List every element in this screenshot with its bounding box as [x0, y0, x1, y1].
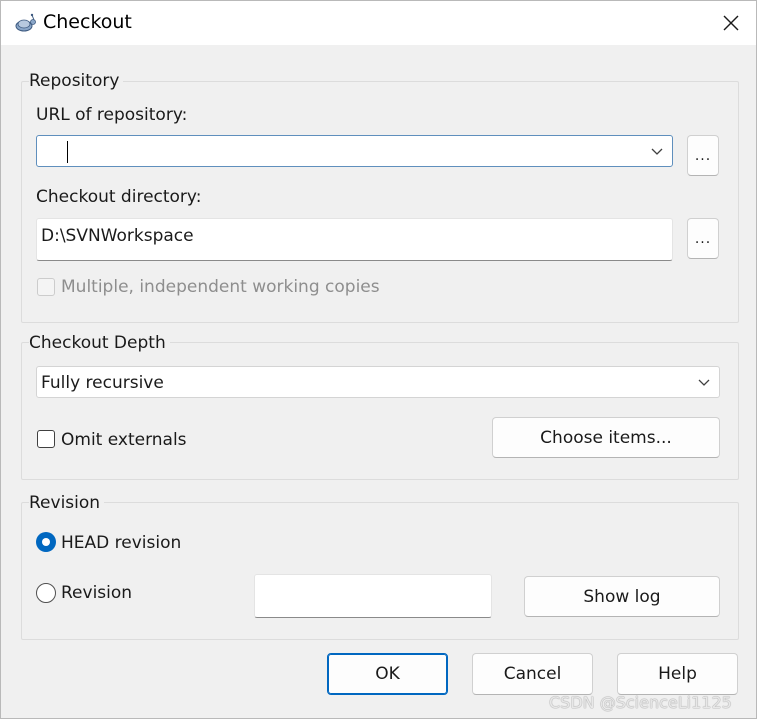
url-combobox[interactable]: [36, 135, 673, 167]
url-label: URL of repository:: [36, 105, 188, 125]
depth-value: Fully recursive: [41, 373, 164, 393]
checkout-directory-label: Checkout directory:: [36, 187, 202, 207]
checkout-dialog: Checkout Repository URL of repository: .…: [0, 0, 757, 719]
head-revision-radio[interactable]: [36, 532, 56, 552]
omit-externals-checkbox[interactable]: [37, 430, 55, 448]
cancel-button[interactable]: Cancel: [472, 653, 593, 695]
tortoise-icon: [15, 13, 36, 32]
checkout-directory-input[interactable]: D:\SVNWorkspace: [36, 218, 673, 261]
revision-radio[interactable]: [36, 583, 56, 603]
depth-combobox[interactable]: Fully recursive: [36, 366, 720, 398]
choose-items-button[interactable]: Choose items...: [492, 417, 720, 458]
head-revision-label: HEAD revision: [61, 533, 182, 553]
checkout-directory-value: D:\SVNWorkspace: [41, 226, 194, 246]
chevron-down-icon[interactable]: [650, 144, 664, 158]
csdn-watermark: CSDN @ScienceLi1125: [549, 693, 732, 712]
text-cursor: [67, 141, 68, 163]
revision-input[interactable]: [254, 574, 492, 618]
repository-group-legend: Repository: [29, 71, 124, 91]
close-icon: [723, 15, 739, 31]
ok-button[interactable]: OK: [327, 653, 448, 695]
checkout-depth-group: [21, 342, 739, 480]
chevron-down-icon[interactable]: [697, 375, 711, 389]
window-title: Checkout: [43, 11, 132, 33]
url-browse-button[interactable]: ...: [687, 135, 719, 176]
show-log-button[interactable]: Show log: [524, 576, 720, 617]
revision-group-legend: Revision: [29, 493, 105, 513]
title-bar[interactable]: Checkout: [1, 1, 756, 45]
directory-browse-button[interactable]: ...: [687, 218, 719, 259]
multiple-copies-checkbox[interactable]: [37, 278, 55, 296]
help-button[interactable]: Help: [617, 653, 738, 695]
checkout-depth-legend: Checkout Depth: [29, 333, 170, 353]
multiple-copies-label: Multiple, independent working copies: [61, 277, 380, 297]
close-button[interactable]: [707, 1, 755, 45]
revision-label: Revision: [61, 583, 133, 603]
revision-group: [21, 502, 739, 640]
omit-externals-label: Omit externals: [61, 430, 187, 450]
